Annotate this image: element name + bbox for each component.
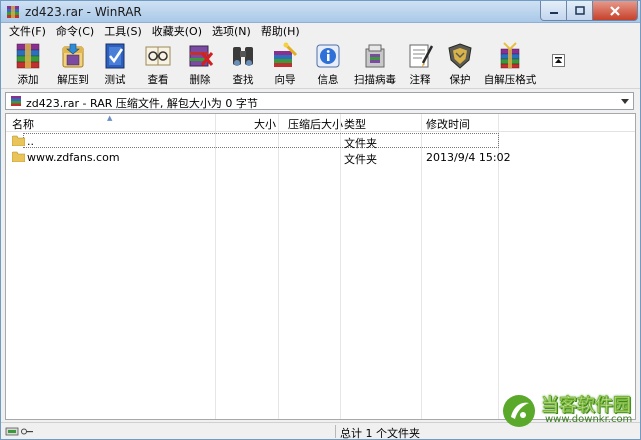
- file-name: ..: [27, 135, 34, 148]
- file-row-parent[interactable]: .. 文件夹: [6, 133, 635, 150]
- file-list[interactable]: 名称 ▲ 大小 压缩后大小 类型 修改时间 .. 文件夹 www.zdfans.…: [5, 113, 636, 420]
- file-modified: 2013/9/4 15:02: [426, 151, 511, 164]
- menu-options[interactable]: 选项(N): [208, 24, 257, 40]
- up-arrow-icon: [555, 57, 562, 63]
- maximize-button[interactable]: [566, 1, 593, 21]
- sfx-label: 自解压格式: [483, 74, 537, 86]
- add-books-icon: [16, 43, 40, 69]
- delete-button[interactable]: 删除: [183, 40, 217, 88]
- view-button[interactable]: 查看: [141, 40, 175, 88]
- file-row-folder[interactable]: www.zdfans.com 文件夹 2013/9/4 15:02: [6, 149, 635, 166]
- file-name: www.zdfans.com: [27, 151, 120, 164]
- find-button[interactable]: 查找: [226, 40, 260, 88]
- wizard-icon: [274, 42, 298, 67]
- add-label: 添加: [17, 74, 39, 86]
- address-field[interactable]: zd423.rar - RAR 压缩文件, 解包大小为 0 字节: [5, 92, 634, 110]
- view-label: 查看: [147, 74, 169, 86]
- virus-scan-icon: [365, 44, 385, 68]
- watermark-logo: [503, 395, 535, 427]
- drive-key-icon[interactable]: [5, 426, 35, 437]
- address-bar: zd423.rar - RAR 压缩文件, 解包大小为 0 字节: [1, 90, 640, 112]
- site-watermark: 当客软件园 www.downkr.com: [501, 389, 641, 429]
- protect-button[interactable]: 保护: [443, 40, 477, 88]
- maximize-icon: [574, 5, 585, 15]
- extract-to-label: 解压到: [57, 74, 89, 86]
- sfx-icon: [500, 42, 520, 69]
- extract-to-icon: [62, 43, 84, 68]
- winrar-app-icon[interactable]: [6, 5, 20, 19]
- minimize-button[interactable]: [540, 1, 567, 21]
- menu-file[interactable]: 文件(F): [5, 24, 52, 40]
- info-label: 信息: [317, 74, 339, 86]
- winrar-window: zd423.rar - WinRAR 文件(F) 命令(C) 工具(S) 收藏夹…: [0, 0, 641, 440]
- sort-ascending-icon: ▲: [107, 114, 113, 122]
- delete-label: 删除: [189, 74, 211, 86]
- virus-scan-button[interactable]: 扫描病毒: [353, 40, 397, 88]
- address-text: zd423.rar - RAR 压缩文件, 解包大小为 0 字节: [26, 97, 258, 110]
- toolbar: 添加 解压到 测试 查看 删除 查找 向导 信息 扫描病毒 注释 保护 自解压格…: [1, 40, 640, 89]
- column-header: 名称 ▲ 大小 压缩后大小 类型 修改时间: [6, 114, 635, 132]
- wizard-label: 向导: [274, 74, 296, 86]
- menu-favorites[interactable]: 收藏夹(O): [148, 24, 208, 40]
- close-icon: [610, 5, 620, 16]
- folder-icon: [12, 135, 25, 146]
- shield-icon: [448, 43, 472, 69]
- watermark-url: www.downkr.com: [545, 414, 633, 425]
- status-text: 总计 1 个文件夹: [340, 427, 420, 440]
- column-modified[interactable]: 修改时间: [426, 116, 470, 132]
- chevron-down-icon: [621, 98, 629, 104]
- delete-icon: [189, 45, 214, 67]
- close-button[interactable]: [592, 1, 638, 21]
- comment-button[interactable]: 注释: [403, 40, 437, 88]
- protect-label: 保护: [449, 74, 471, 86]
- address-dropdown-button[interactable]: [619, 94, 631, 108]
- toolbar-chevron-button[interactable]: [552, 54, 565, 67]
- menu-tools[interactable]: 工具(S): [100, 24, 148, 40]
- menu-commands[interactable]: 命令(C): [52, 24, 100, 40]
- info-button[interactable]: 信息: [311, 40, 345, 88]
- menu-bar: 文件(F) 命令(C) 工具(S) 收藏夹(O) 选项(N) 帮助(H): [1, 23, 640, 40]
- minimize-icon: [549, 11, 558, 14]
- window-title: zd423.rar - WinRAR: [25, 5, 142, 19]
- test-icon: [105, 43, 125, 69]
- wizard-button[interactable]: 向导: [268, 40, 302, 88]
- find-label: 查找: [232, 74, 254, 86]
- menu-help[interactable]: 帮助(H): [257, 24, 306, 40]
- sfx-button[interactable]: 自解压格式: [484, 40, 536, 88]
- rar-archive-icon: [11, 96, 21, 106]
- find-binoculars-icon: [233, 47, 253, 66]
- test-label: 测试: [104, 74, 126, 86]
- test-button[interactable]: 测试: [98, 40, 132, 88]
- view-icon: [145, 46, 171, 66]
- file-type: 文件夹: [344, 153, 377, 166]
- title-bar[interactable]: zd423.rar - WinRAR: [1, 1, 640, 23]
- comment-label: 注释: [409, 74, 431, 86]
- column-type[interactable]: 类型: [344, 116, 366, 132]
- comment-icon: [409, 44, 434, 68]
- column-packed-size[interactable]: 压缩后大小: [288, 116, 343, 132]
- column-size[interactable]: 大小: [254, 116, 276, 132]
- column-name[interactable]: 名称: [12, 116, 34, 132]
- info-icon: [316, 44, 340, 68]
- folder-icon: [12, 151, 25, 162]
- status-separator: [335, 425, 336, 438]
- extract-to-button[interactable]: 解压到: [53, 40, 93, 88]
- add-button[interactable]: 添加: [9, 40, 47, 88]
- virus-scan-label: 扫描病毒: [354, 74, 396, 86]
